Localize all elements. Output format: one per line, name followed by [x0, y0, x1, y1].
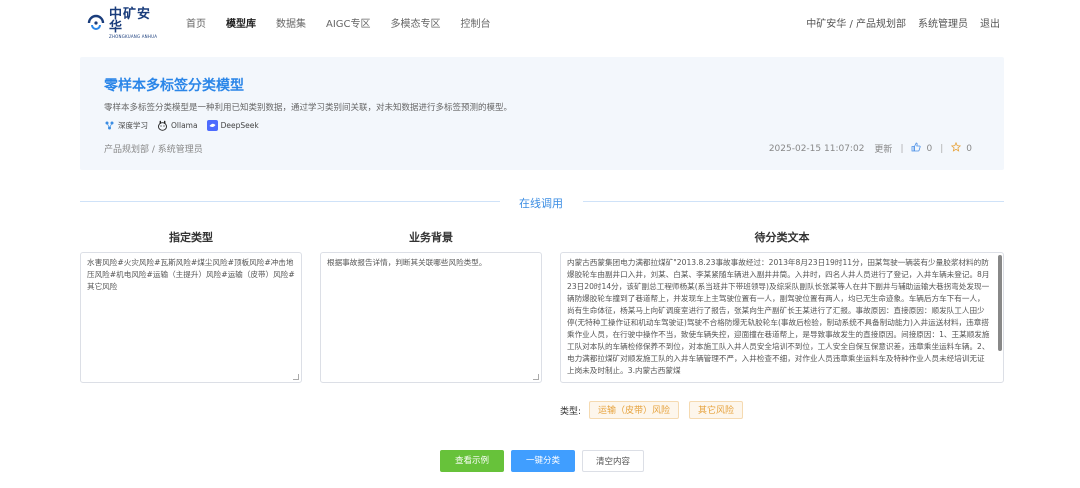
resize-handle[interactable] [293, 374, 299, 380]
logo-text-en: ZHONGKUANG ANHUA [109, 33, 158, 39]
deepseek-icon [206, 120, 218, 131]
top-header: 中矿安华 ZHONGKUANG ANHUA 首页 模型库 数据集 AIGC专区 … [0, 0, 1080, 44]
thumbs-up-icon[interactable] [911, 142, 922, 155]
labels-textarea[interactable]: 水害风险#火灾风险#瓦斯风险#煤尘风险#顶板风险#冲击地压风险#机电风险#运输（… [80, 252, 302, 383]
updated-time: 2025-02-15 11:07:02 [768, 143, 865, 154]
deep-learning-icon [104, 120, 115, 131]
view-example-button[interactable]: 查看示例 [440, 450, 504, 472]
textarea-scrollbar[interactable] [998, 255, 1002, 351]
text-value: 内蒙古西蒙集团电力满都拉煤矿"2013.8.23事故事故经过：2013年8月23… [567, 258, 990, 375]
classify-button[interactable]: 一键分类 [511, 450, 575, 472]
model-description: 零样本多标签分类模型是一种利用已知类别数据，通过学习类别间关联，对未知数据进行多… [104, 103, 513, 113]
logo-text-cn: 中矿安华 [109, 6, 152, 35]
online-call-title: 在线调用 [519, 197, 563, 210]
like-count: 0 [926, 143, 933, 154]
tag-label: Ollama [171, 121, 198, 130]
result-type-label: 类型: [560, 407, 582, 417]
nav-model-library[interactable]: 模型库 [226, 15, 256, 30]
ollama-icon [157, 120, 168, 131]
background-textarea[interactable]: 根据事故报告详情，判断其关联哪些风险类型。 [320, 252, 542, 383]
logout-link[interactable]: 退出 [980, 15, 1000, 30]
labels-value: 水害风险#火灾风险#瓦斯风险#煤尘风险#顶板风险#冲击地压风险#机电风险#运输（… [87, 258, 295, 291]
user-org[interactable]: 中矿安华 / 产品规划部 [806, 15, 906, 30]
model-title: 零样本多标签分类模型 [104, 78, 244, 94]
section-divider-right [583, 201, 1004, 202]
star-count: 0 [966, 143, 972, 154]
nav-console[interactable]: 控制台 [461, 15, 491, 30]
result-badge: 其它风险 [689, 401, 744, 419]
star-icon[interactable] [951, 141, 962, 155]
tag-label: 深度学习 [118, 121, 148, 130]
tag-label: DeepSeek [220, 121, 259, 130]
background-value: 根据事故报告详情，判断其关联哪些风险类型。 [327, 258, 487, 267]
text-heading: 待分类文本 [754, 231, 810, 244]
model-meta: 2025-02-15 11:07:02 更新 | 0 | 0 [768, 141, 972, 155]
background-heading: 业务背景 [409, 231, 453, 244]
user-name[interactable]: 系统管理员 [918, 15, 968, 30]
nav-multimodal[interactable]: 多模态专区 [391, 15, 441, 30]
result-badge: 运输（皮带）风险 [589, 401, 680, 419]
model-tags: 深度学习 Ollama DeepSeek [104, 120, 268, 131]
nav-datasets[interactable]: 数据集 [276, 15, 306, 30]
tag-deepseek: DeepSeek [206, 120, 259, 131]
divider: | [900, 143, 904, 154]
clear-button[interactable]: 清空内容 [582, 450, 644, 472]
text-textarea[interactable]: 内蒙古西蒙集团电力满都拉煤矿"2013.8.23事故事故经过：2013年8月23… [560, 252, 1004, 383]
logo-mark-icon [86, 13, 106, 33]
tag-deep-learning: 深度学习 [104, 120, 148, 131]
company-logo[interactable]: 中矿安华 ZHONGKUANG ANHUA [86, 8, 162, 38]
nav-aigc[interactable]: AIGC专区 [326, 15, 371, 30]
model-info-card: 零样本多标签分类模型 零样本多标签分类模型是一种利用已知类别数据，通过学习类别间… [80, 57, 1004, 170]
resize-handle[interactable] [533, 374, 539, 380]
divider: | [940, 143, 944, 154]
section-divider-left [80, 201, 500, 202]
tag-ollama: Ollama [157, 120, 198, 131]
updated-label: 更新 [874, 145, 893, 155]
user-nav: 中矿安华 / 产品规划部 系统管理员 退出 [794, 15, 1000, 30]
nav-home[interactable]: 首页 [186, 15, 206, 30]
model-owner: 产品规划部 / 系统管理员 [104, 145, 203, 155]
main-nav: 首页 模型库 数据集 AIGC专区 多模态专区 控制台 [186, 15, 511, 30]
labels-heading: 指定类型 [169, 231, 213, 244]
